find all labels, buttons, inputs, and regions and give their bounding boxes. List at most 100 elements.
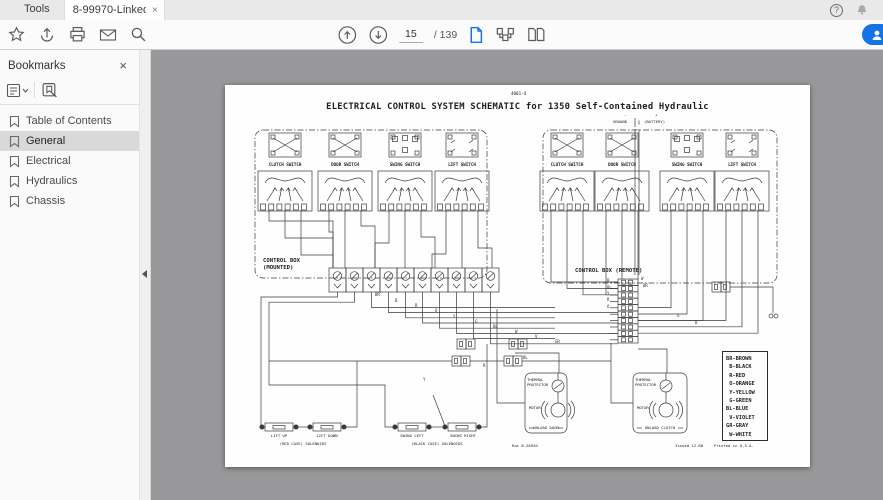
tab-bar: Tools 8-99970-Linked pdf... × ? [0,0,883,20]
bookmark-label: Hydraulics [26,175,77,187]
ground-label: GROUND [613,120,627,125]
switch-label: CLUTCH SWITCH [540,162,594,167]
swing-right-label: SWING RIGHT [443,434,483,439]
switch-label: DOOR SWITCH [318,162,372,167]
toolbar-separator [34,82,35,98]
close-panel-icon[interactable]: × [119,58,127,73]
wire-color-label: BL [523,355,528,360]
bookmark-label: General [26,135,65,147]
wire-color-label: Y [423,377,425,382]
wire-color-label: V [535,334,537,339]
document-canvas[interactable]: 4001-4 ELECTRICAL CONTROL SYSTEM SCHEMAT… [151,50,883,500]
bookmark-icon [9,115,20,128]
motor-label: MOTOR [637,406,649,411]
sidebar-item-table-of-contents[interactable]: Table of Contents [0,111,139,131]
panel-collapse-handle[interactable] [140,50,151,500]
wire-color-label: BL [607,285,612,290]
main-toolbar: / 139 [0,20,883,50]
two-page-view-icon[interactable] [526,26,546,43]
person-icon [870,28,883,42]
bookmark-icon [9,195,20,208]
bell-icon[interactable] [855,3,869,17]
ground-sign: - [624,113,626,118]
wire-color-label: GR [555,339,560,344]
sidebar-item-general[interactable]: General [0,131,139,151]
swing-left-label: SWING LEFT [393,434,431,439]
switch-label: DOOR SWITCH [595,162,649,167]
battery-sign: + [655,113,657,118]
wire-color-label: B [607,278,609,283]
switch-label: CLUTCH SWITCH [258,162,312,167]
sidebar-item-electrical[interactable]: Electrical [0,151,139,171]
thermal-protector-label: THERMAL PROTECTOR [635,378,656,387]
wire-color-label: BL [493,324,498,329]
unload-clutch-label: UNLOAD CLUTCH [633,426,687,431]
legend-line: G-GREEN [726,397,767,405]
wire-color-label: B [395,298,397,303]
switch-label: LIFT SWITCH [715,162,769,167]
sidebar-item-hydraulics[interactable]: Hydraulics [0,171,139,191]
print-icon[interactable] [69,26,86,43]
page-number-input[interactable] [399,26,423,43]
acrobat-window: Tools 8-99970-Linked pdf... × ? / 139 [0,0,883,500]
footer-printed: Printed in U.S.A. [714,444,754,449]
legend-line: Y-YELLOW [726,389,767,397]
bookmarks-panel: Bookmarks × Table of Contents General [0,50,140,500]
legend-line: BL-BLUE [726,405,767,413]
wire-color-label: W [641,276,643,281]
star-icon[interactable] [8,26,25,43]
account-avatar-button[interactable] [862,24,883,45]
close-tab-icon[interactable]: × [152,5,158,16]
legend-line: V-VIOLET [726,414,767,422]
new-bookmark-icon[interactable] [41,82,58,98]
bookmark-label: Table of Contents [26,115,112,127]
lift-up-label: LIFT UP [265,434,293,439]
collapse-left-icon [142,270,147,278]
help-icon[interactable]: ? [830,4,843,17]
share-upload-icon[interactable] [38,26,56,43]
wire-color-label: Y [453,314,455,319]
tab-document[interactable]: 8-99970-Linked pdf... × [64,0,165,20]
wire-color-label: R [483,363,485,368]
battery-label: (BATTERY) [644,120,665,125]
footer-ref: Rac 8-26920 [512,444,538,449]
bookmarks-list: Table of Contents General Electrical Hyd… [0,105,139,211]
bookmark-icon [9,155,20,168]
sidebar-item-chassis[interactable]: Chassis [0,191,139,211]
legend-line: R-RED [726,372,767,380]
switch-label: LIFT SWITCH [435,162,489,167]
wire-color-label: R [607,297,609,302]
unload-door-label: UNLOAD DOOR [525,426,567,431]
page-total-label: / 139 [434,29,457,41]
wire-color-legend: BR-BROWN B-BLACK R-RED O-ORANGE Y-YELLOW… [722,351,768,441]
email-icon[interactable] [99,27,117,43]
bookmarks-panel-title: Bookmarks [8,60,66,72]
page-down-icon[interactable] [368,25,388,45]
page-thumbnails-icon[interactable] [495,26,515,43]
wire-color-label: R [415,303,417,308]
bookmark-label: Electrical [26,155,71,167]
page-up-icon[interactable] [337,25,357,45]
single-page-view-icon[interactable] [468,26,484,44]
bookmark-label: Chassis [26,195,65,207]
search-icon[interactable] [130,26,147,43]
legend-line: W-WHITE [726,431,767,439]
lift-down-label: LIFT DOWN [309,434,345,439]
schematic-title: ELECTRICAL CONTROL SYSTEM SCHEMATIC for … [225,102,810,112]
legend-line: B-BLACK [726,363,767,371]
black-case-solenoids-label: (BLACK CASE) SOLENOIDS [387,442,487,447]
wire-color-label: B [695,320,697,325]
tab-tools[interactable]: Tools [0,0,64,20]
wire-color-label: W [515,329,517,334]
wire-color-label: O [435,308,437,313]
motor-label: MOTOR [529,406,541,411]
wire-color-label: G [677,313,679,318]
bookmark-options-icon[interactable] [6,83,28,98]
page-ref-number: 4001-4 [511,91,526,96]
bookmark-icon [9,135,20,148]
thermal-protector-label: THERMAL PROTECTOR [527,378,548,387]
switch-label: SWING SWITCH [660,162,714,167]
bookmark-icon [9,175,20,188]
wire-color-label: BR [375,292,380,297]
legend-line: O-ORANGE [726,380,767,388]
